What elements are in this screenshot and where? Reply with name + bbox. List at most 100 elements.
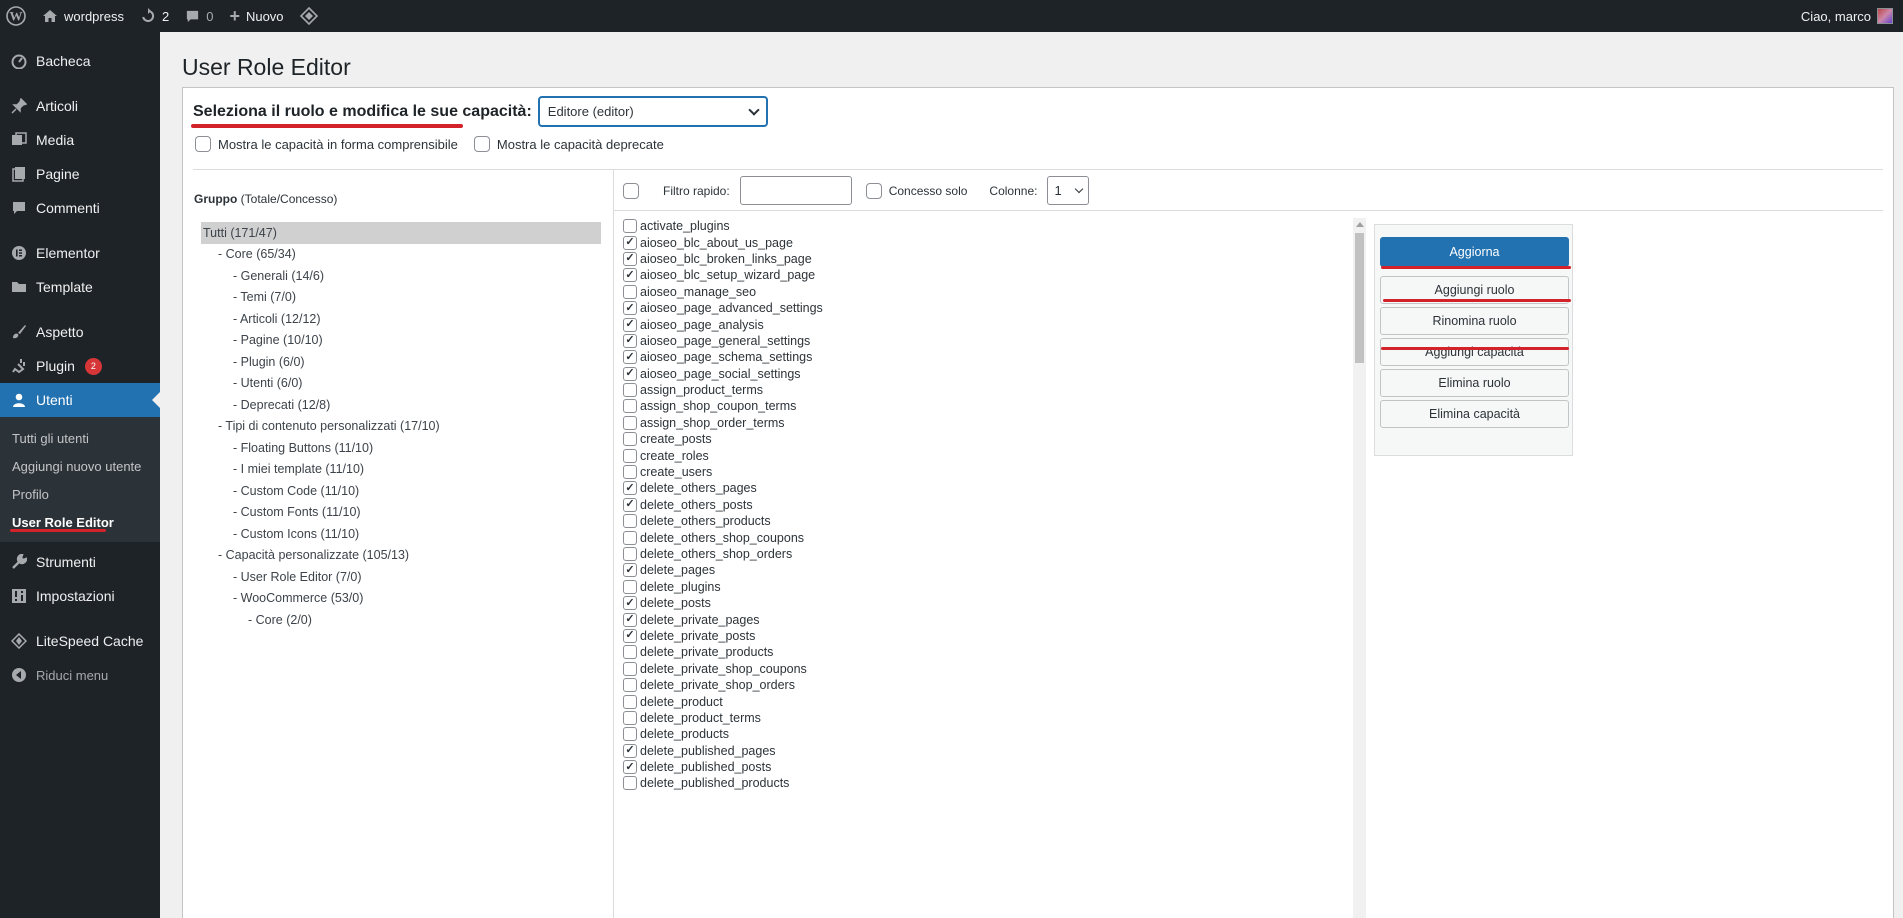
tree-item[interactable]: - Temi (7/0)	[201, 287, 601, 309]
capability-row[interactable]: create_users	[623, 464, 1423, 480]
submenu-all-users[interactable]: Tutti gli utenti	[0, 424, 160, 452]
tree-item[interactable]: - Generali (14/6)	[201, 265, 601, 287]
capability-checkbox[interactable]	[623, 235, 637, 250]
tree-item[interactable]: - Articoli (12/12)	[201, 308, 601, 330]
tree-item[interactable]: - Custom Fonts (11/10)	[201, 502, 601, 524]
capability-row[interactable]: delete_pages	[623, 562, 1423, 578]
capability-row[interactable]: delete_others_posts	[623, 497, 1423, 513]
tree-item[interactable]: - Core (2/0)	[201, 609, 601, 631]
capability-checkbox[interactable]	[623, 268, 637, 283]
capability-checkbox[interactable]	[623, 530, 637, 545]
capability-row[interactable]: delete_private_posts	[623, 628, 1423, 644]
rename-role-button[interactable]: Rinomina ruolo	[1380, 307, 1569, 335]
menu-litespeed[interactable]: LiteSpeed Cache	[0, 624, 160, 658]
capability-row[interactable]: delete_product	[623, 693, 1423, 709]
plugin-toolbar-button[interactable]	[292, 0, 326, 32]
capability-checkbox[interactable]	[623, 399, 637, 414]
scroll-up-icon[interactable]	[1355, 222, 1364, 227]
capability-checkbox[interactable]	[623, 612, 637, 627]
capability-row[interactable]: aioseo_page_analysis	[623, 316, 1423, 332]
capability-checkbox[interactable]	[623, 333, 637, 348]
capability-row[interactable]: delete_published_products	[623, 775, 1423, 791]
capability-row[interactable]: delete_others_shop_orders	[623, 546, 1423, 562]
capability-row[interactable]: aioseo_manage_seo	[623, 284, 1423, 300]
role-select[interactable]: Editore (editor)	[537, 96, 768, 127]
menu-impostazioni[interactable]: Impostazioni	[0, 579, 160, 613]
scrollbar-thumb[interactable]	[1355, 233, 1364, 363]
capability-row[interactable]: assign_product_terms	[623, 382, 1423, 398]
capability-checkbox[interactable]	[623, 727, 637, 742]
deprecated-caps-checkbox[interactable]	[473, 136, 490, 152]
menu-pagine[interactable]: Pagine	[0, 157, 160, 191]
capability-row[interactable]: aioseo_blc_about_us_page	[623, 234, 1423, 250]
capability-checkbox[interactable]	[623, 628, 637, 643]
menu-elementor[interactable]: Elementor	[0, 236, 160, 270]
menu-media[interactable]: Media	[0, 123, 160, 157]
capability-row[interactable]: create_roles	[623, 447, 1423, 463]
capabilities-scrollbar[interactable]	[1353, 218, 1366, 918]
quick-filter-input[interactable]	[739, 176, 852, 205]
capability-row[interactable]: delete_private_pages	[623, 611, 1423, 627]
granted-only-checkbox[interactable]	[865, 182, 882, 199]
capability-row[interactable]: delete_private_shop_orders	[623, 677, 1423, 693]
capability-checkbox[interactable]	[623, 596, 637, 611]
menu-template[interactable]: Template	[0, 270, 160, 304]
capability-checkbox[interactable]	[623, 481, 637, 496]
capability-checkbox[interactable]	[623, 579, 637, 594]
capability-checkbox[interactable]	[623, 284, 637, 299]
capability-row[interactable]: delete_plugins	[623, 579, 1423, 595]
tree-item[interactable]: - WooCommerce (53/0)	[201, 588, 601, 610]
tree-item[interactable]: - Tipi di contenuto personalizzati (17/1…	[201, 416, 601, 438]
granted-only-option[interactable]: Concesso solo	[865, 182, 967, 199]
wp-logo-button[interactable]: W	[0, 0, 34, 32]
capability-checkbox[interactable]	[623, 432, 637, 447]
tree-item[interactable]: - Capacità personalizzate (105/13)	[201, 545, 601, 567]
capability-checkbox[interactable]	[623, 497, 637, 512]
capability-row[interactable]: delete_others_shop_coupons	[623, 529, 1423, 545]
capability-checkbox[interactable]	[623, 776, 637, 791]
readable-caps-checkbox[interactable]	[195, 136, 211, 152]
capability-row[interactable]: activate_plugins	[623, 218, 1423, 234]
my-account[interactable]: Ciao, marco	[1801, 8, 1903, 24]
capability-row[interactable]: delete_published_pages	[623, 743, 1423, 759]
menu-articoli[interactable]: Articoli	[0, 89, 160, 123]
capability-checkbox[interactable]	[623, 366, 637, 381]
capability-row[interactable]: delete_others_pages	[623, 480, 1423, 496]
new-content-link[interactable]: + Nuovo	[221, 0, 291, 32]
tree-item[interactable]: - User Role Editor (7/0)	[201, 566, 601, 588]
menu-strumenti[interactable]: Strumenti	[0, 545, 160, 579]
capability-row[interactable]: delete_product_terms	[623, 710, 1423, 726]
menu-commenti[interactable]: Commenti	[0, 191, 160, 225]
menu-aspetto[interactable]: Aspetto	[0, 315, 160, 349]
capability-checkbox[interactable]	[623, 645, 637, 660]
menu-collapse[interactable]: Riduci menu	[0, 658, 160, 692]
capability-checkbox[interactable]	[623, 219, 637, 234]
capability-checkbox[interactable]	[623, 743, 637, 758]
capability-checkbox[interactable]	[623, 415, 637, 430]
capability-checkbox[interactable]	[623, 563, 637, 578]
capability-row[interactable]: aioseo_page_schema_settings	[623, 349, 1423, 365]
capability-checkbox[interactable]	[623, 678, 637, 693]
tree-item[interactable]: - Core (65/34)	[201, 244, 601, 266]
menu-plugin[interactable]: Plugin 2	[0, 349, 160, 383]
capability-row[interactable]: delete_posts	[623, 595, 1423, 611]
capability-row[interactable]: aioseo_blc_broken_links_page	[623, 251, 1423, 267]
capability-row[interactable]: aioseo_page_general_settings	[623, 333, 1423, 349]
capability-row[interactable]: aioseo_page_social_settings	[623, 366, 1423, 382]
capability-checkbox[interactable]	[623, 760, 637, 775]
capability-checkbox[interactable]	[623, 547, 637, 561]
tree-item[interactable]: - Plugin (6/0)	[201, 351, 601, 373]
select-all-checkbox[interactable]	[623, 182, 639, 199]
capability-checkbox[interactable]	[623, 251, 637, 266]
menu-bacheca[interactable]: Bacheca	[0, 44, 160, 78]
tree-item[interactable]: - Pagine (10/10)	[201, 330, 601, 352]
tree-item[interactable]: - Floating Buttons (11/10)	[201, 437, 601, 459]
readable-caps-option[interactable]: Mostra le capacità in forma comprensibil…	[195, 136, 458, 152]
capability-checkbox[interactable]	[623, 301, 637, 316]
capability-row[interactable]: delete_others_products	[623, 513, 1423, 529]
comments-link[interactable]: 0	[177, 0, 221, 32]
capability-checkbox[interactable]	[623, 465, 637, 480]
capability-checkbox[interactable]	[623, 514, 637, 529]
capability-row[interactable]: assign_shop_coupon_terms	[623, 398, 1423, 414]
capability-checkbox[interactable]	[623, 383, 637, 398]
